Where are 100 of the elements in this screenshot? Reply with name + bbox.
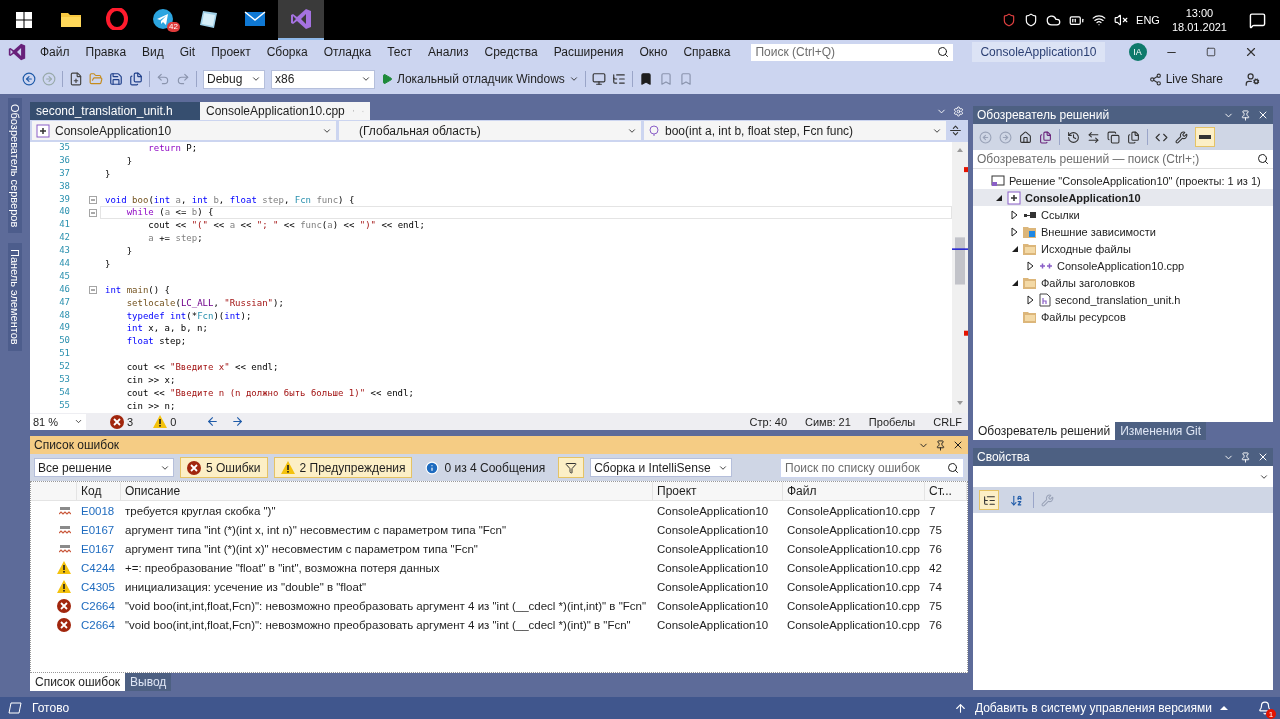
- platform-dropdown[interactable]: x86: [271, 69, 375, 89]
- tree-item[interactable]: Внешние зависимости: [973, 223, 1273, 240]
- home-icon[interactable]: [1019, 130, 1032, 144]
- menu-item[interactable]: Окно: [631, 45, 676, 59]
- collapsed-arrow-icon[interactable]: [1027, 260, 1035, 271]
- pin-icon[interactable]: [935, 439, 946, 451]
- error-code-link[interactable]: C2664: [77, 615, 121, 634]
- error-code-link[interactable]: C2664: [77, 596, 121, 615]
- scope-dropdown[interactable]: Все решение: [34, 458, 174, 477]
- language-indicator[interactable]: ENG: [1136, 14, 1160, 26]
- tree-item[interactable]: Решение "ConsoleApplication10" (проекты: 1 из 1): [973, 172, 1273, 189]
- bookmark-icon[interactable]: [638, 72, 653, 86]
- column-header[interactable]: Код: [77, 482, 121, 501]
- tree-item[interactable]: second_translation_unit.h: [973, 291, 1273, 308]
- error-code-link[interactable]: E0167: [77, 539, 121, 558]
- tree-item[interactable]: ConsoleApplication10: [973, 189, 1273, 206]
- menu-item[interactable]: Отладка: [315, 45, 380, 59]
- show-all-files-icon[interactable]: [1127, 130, 1140, 144]
- scrollbar[interactable]: [952, 142, 968, 413]
- wrench-icon[interactable]: [1175, 130, 1188, 144]
- error-code-link[interactable]: E0167: [77, 520, 121, 539]
- settings-icon[interactable]: [953, 105, 964, 117]
- error-code-link[interactable]: C4244: [77, 558, 121, 577]
- live-share-button[interactable]: Live Share: [1148, 72, 1223, 86]
- tree-item[interactable]: ConsoleApplication10.cpp: [973, 257, 1273, 274]
- zoom-dropdown[interactable]: 81 %: [30, 413, 86, 430]
- menu-item[interactable]: Сборка: [258, 45, 316, 59]
- list-icon[interactable]: [611, 72, 626, 86]
- tree-item[interactable]: Исходные файлы: [973, 240, 1273, 257]
- tree-item[interactable]: Ссылки: [973, 206, 1273, 223]
- close-icon[interactable]: [952, 439, 964, 451]
- panel-tab[interactable]: Список ошибок: [30, 673, 126, 691]
- column-header[interactable]: Проект: [653, 482, 783, 501]
- close-icon[interactable]: [1257, 109, 1269, 121]
- switch-views-icon[interactable]: [1039, 130, 1052, 144]
- start-debugging-button[interactable]: Локальный отладчик Windows: [381, 72, 579, 86]
- source-control-link[interactable]: Добавить в систему управления версиями: [974, 701, 1212, 715]
- collapsed-arrow-icon[interactable]: [1011, 209, 1019, 220]
- column-header[interactable]: Описание: [121, 482, 653, 501]
- notifications-icon[interactable]: [1249, 11, 1266, 29]
- taskbar-button[interactable]: 42: [140, 0, 186, 40]
- collapsed-arrow-icon[interactable]: [1011, 226, 1019, 237]
- menu-item[interactable]: Средства: [476, 45, 546, 59]
- expanded-arrow-icon[interactable]: [1011, 278, 1019, 287]
- preview-toggle[interactable]: [1195, 127, 1215, 147]
- collapsed-arrow-icon[interactable]: [1027, 294, 1035, 305]
- menu-item[interactable]: Вид: [134, 45, 172, 59]
- menu-item[interactable]: Справка: [675, 45, 739, 59]
- warning-count[interactable]: 0: [153, 415, 177, 428]
- error-code-link[interactable]: E0018: [77, 501, 121, 520]
- collapse-all-icon[interactable]: [1107, 130, 1120, 144]
- menu-item[interactable]: Файл: [32, 45, 78, 59]
- column-header[interactable]: Ст...: [925, 482, 967, 501]
- menu-item[interactable]: Тест: [379, 45, 420, 59]
- pin-icon[interactable]: [1240, 109, 1251, 121]
- menu-item[interactable]: Расширения: [545, 45, 632, 59]
- tree-item[interactable]: Файлы заголовков: [973, 274, 1273, 291]
- side-tab[interactable]: Обозреватель серверов: [8, 98, 22, 234]
- column-header[interactable]: Файл: [783, 482, 925, 501]
- save-all-icon[interactable]: [129, 72, 143, 86]
- filter-toggle[interactable]: 5 Ошибки: [180, 457, 268, 478]
- configuration-dropdown[interactable]: Debug: [203, 69, 265, 89]
- clear-filter-button[interactable]: [558, 457, 585, 478]
- source-dropdown[interactable]: Сборка и IntelliSense: [590, 458, 733, 477]
- previous-issue-icon[interactable]: [206, 415, 220, 428]
- search-field[interactable]: Обозреватель решений — поиск (Ctrl+;): [973, 150, 1273, 169]
- clock[interactable]: 13:00 18.01.2021: [1171, 6, 1227, 34]
- wifi-icon[interactable]: [1092, 13, 1107, 27]
- panel-tab[interactable]: Вывод: [125, 673, 172, 691]
- back-icon[interactable]: [22, 72, 36, 86]
- bell-icon[interactable]: [1258, 701, 1272, 715]
- shield-icon[interactable]: [1024, 13, 1039, 27]
- user-avatar[interactable]: IA: [1128, 43, 1147, 61]
- error-count[interactable]: 3: [110, 414, 134, 429]
- error-code-link[interactable]: C4305: [77, 577, 121, 596]
- scope-dropdown[interactable]: (Глобальная область): [339, 121, 641, 140]
- pin-icon[interactable]: [1240, 451, 1251, 463]
- filter-toggle[interactable]: 0 из 4 Сообщения: [418, 457, 553, 478]
- project-dropdown[interactable]: ConsoleApplication10: [32, 121, 336, 140]
- document-tab[interactable]: second_translation_unit.h: [30, 102, 200, 120]
- monitor-icon[interactable]: [591, 72, 606, 86]
- filter-toggle[interactable]: 2 Предупреждения: [273, 457, 413, 478]
- close-icon[interactable]: [1257, 451, 1269, 463]
- cloud-icon[interactable]: [1046, 12, 1062, 28]
- feedback-icon[interactable]: [1245, 71, 1260, 87]
- next-issue-icon[interactable]: [231, 415, 245, 428]
- line-position[interactable]: Стр: 40: [749, 415, 787, 428]
- maximize-icon[interactable]: [1206, 47, 1216, 57]
- split-icon[interactable]: [949, 124, 962, 137]
- close-icon[interactable]: [1244, 45, 1258, 59]
- expanded-arrow-icon[interactable]: [1011, 244, 1019, 253]
- search-field[interactable]: Поиск (Ctrl+Q): [750, 42, 955, 62]
- volume-muted-icon[interactable]: [1114, 13, 1129, 27]
- search-field[interactable]: Поиск по списку ошибок: [780, 457, 964, 478]
- side-tab[interactable]: Панель элементов: [8, 243, 22, 351]
- categorized-toggle[interactable]: [979, 490, 999, 510]
- line-ending[interactable]: CRLF: [933, 415, 962, 428]
- new-item-icon[interactable]: [69, 72, 83, 86]
- panel-tab[interactable]: Обозреватель решений: [973, 422, 1116, 440]
- menu-item[interactable]: Правка: [77, 45, 135, 59]
